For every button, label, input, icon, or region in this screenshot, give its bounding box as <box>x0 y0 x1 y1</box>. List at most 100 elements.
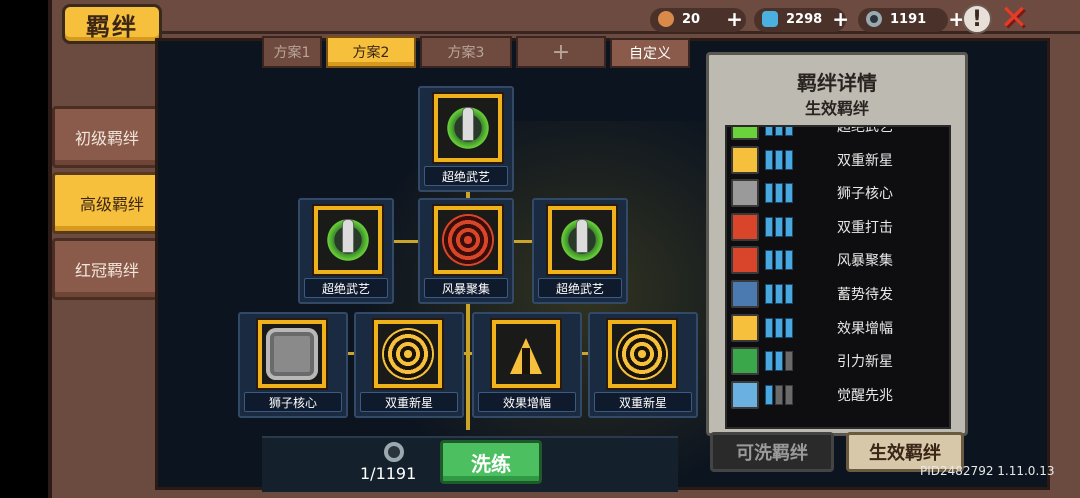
bond-slot <box>548 206 616 274</box>
details-subtitle: 生效羁绊 <box>804 99 869 118</box>
list-item[interactable]: 狮子核心 <box>727 176 949 210</box>
sword-icon <box>324 216 372 264</box>
ring-icon <box>384 442 404 462</box>
bond-name: 蓄势待发 <box>837 287 893 303</box>
list-item[interactable]: 双重打击 <box>727 210 949 244</box>
level-bar <box>775 183 783 204</box>
level-bar <box>765 149 773 170</box>
bond-level-bars <box>765 250 795 271</box>
currency-gem: 2298 + <box>762 7 849 31</box>
tab-scheme-2[interactable]: 方案2 <box>326 36 416 68</box>
list-item[interactable]: 双重新星 <box>727 143 949 177</box>
bond-icon <box>731 280 759 308</box>
bond-level-bars <box>765 127 795 136</box>
bond-node-bottom-2[interactable]: 双重新星 <box>354 312 464 418</box>
bond-slot <box>314 206 382 274</box>
bond-node-mid-3[interactable]: 超绝武艺 <box>532 198 628 304</box>
page-title: 羁绊 <box>62 4 162 44</box>
bond-icon <box>731 212 759 241</box>
bond-icon <box>731 179 759 208</box>
bond-slot <box>258 320 326 388</box>
side-tab-redcrown[interactable]: 红冠羁绊 <box>52 238 162 300</box>
bond-slot <box>374 320 442 388</box>
level-bar <box>785 216 793 237</box>
list-item[interactable]: 效果增幅 <box>727 311 949 345</box>
gold-target-icon <box>382 328 434 380</box>
level-bar <box>785 250 793 271</box>
level-bar <box>765 250 773 271</box>
bond-icon <box>731 246 759 275</box>
bond-node-bottom-3[interactable]: 效果增幅 <box>472 312 582 418</box>
bond-node-label: 超绝武艺 <box>424 166 508 186</box>
tab-washable-bonds[interactable]: 可洗羁绊 <box>710 432 834 472</box>
level-bar <box>775 216 783 237</box>
bond-node-label: 狮子核心 <box>244 392 342 412</box>
gem-icon <box>762 11 778 27</box>
custom-scheme-button[interactable]: 自定义 <box>610 38 690 68</box>
level-bar <box>775 127 783 136</box>
side-tab-basic[interactable]: 初级羁绊 <box>52 106 162 168</box>
level-bar <box>775 317 783 338</box>
level-bar <box>785 351 793 372</box>
list-item[interactable]: 蓄势待发 <box>727 277 949 311</box>
add-gem-button[interactable]: + <box>832 9 849 29</box>
gold-target-icon <box>616 328 668 380</box>
list-item[interactable]: 超绝武艺 <box>727 125 949 143</box>
level-bar <box>765 127 773 136</box>
bond-slot <box>434 94 502 162</box>
bond-node-bottom-4[interactable]: 双重新星 <box>588 312 698 418</box>
wash-button[interactable]: 洗练 <box>440 440 542 484</box>
level-bar <box>765 284 773 304</box>
tab-scheme-3[interactable]: 方案3 <box>420 36 512 68</box>
sword-icon <box>558 216 606 264</box>
bond-node-top[interactable]: 超绝武艺 <box>418 86 514 192</box>
add-hand-button[interactable]: + <box>726 9 743 29</box>
currency-value: 20 <box>682 11 701 27</box>
list-item[interactable]: 风暴聚集 <box>727 243 949 277</box>
bond-node-label: 效果增幅 <box>478 392 576 412</box>
level-bar <box>785 384 793 405</box>
bond-level-bars <box>765 216 795 237</box>
currency-hand: 20 + <box>658 7 743 31</box>
alert-button[interactable]: ! <box>962 4 992 34</box>
side-tab-advanced[interactable]: 高级羁绊 <box>52 172 172 234</box>
level-bar <box>775 384 783 405</box>
level-bar <box>785 183 793 204</box>
currency-value: 1191 <box>890 11 927 27</box>
red-target-icon <box>442 214 494 266</box>
bond-node-mid-1[interactable]: 超绝武艺 <box>298 198 394 304</box>
level-bar <box>785 284 793 304</box>
bond-slot <box>434 206 502 274</box>
level-bar <box>785 127 793 136</box>
level-bar <box>785 149 793 170</box>
bond-icon <box>731 380 759 409</box>
bond-node-label: 双重新星 <box>594 392 692 412</box>
bond-node-bottom-1[interactable]: 狮子核心 <box>238 312 348 418</box>
details-list[interactable]: 超绝武艺双重新星狮子核心双重打击风暴聚集蓄势待发效果增幅引力新星觉醒先兆 <box>725 125 951 429</box>
list-item[interactable]: 引力新星 <box>727 344 949 378</box>
bond-name: 双重新星 <box>837 152 893 169</box>
bond-node-label: 超绝武艺 <box>304 278 388 298</box>
bond-name: 觉醒先兆 <box>837 387 893 404</box>
bond-level-bars <box>765 183 795 204</box>
bond-name: 超绝武艺 <box>837 125 893 135</box>
bond-name: 风暴聚集 <box>837 253 893 270</box>
ring-icon <box>866 11 882 27</box>
bond-slot <box>492 320 560 388</box>
bond-name: 狮子核心 <box>837 186 893 203</box>
level-bar <box>765 351 773 372</box>
level-bar <box>765 216 773 237</box>
tab-scheme-1[interactable]: 方案1 <box>262 36 322 68</box>
add-scheme-button[interactable]: + <box>516 36 606 68</box>
bond-icon <box>731 313 759 342</box>
bond-node-label: 超绝武艺 <box>538 278 622 298</box>
bond-level-bars <box>765 284 795 304</box>
bond-level-bars <box>765 384 795 405</box>
list-item[interactable]: 觉醒先兆 <box>727 378 949 412</box>
bond-slot <box>608 320 676 388</box>
version-label: PID2482792 1.11.0.13 <box>920 464 1055 478</box>
bond-name: 效果增幅 <box>837 320 893 337</box>
bond-node-mid-2[interactable]: 风暴聚集 <box>418 198 514 304</box>
bond-node-label: 风暴聚集 <box>424 278 508 298</box>
close-button[interactable]: ✕ <box>998 0 1030 38</box>
